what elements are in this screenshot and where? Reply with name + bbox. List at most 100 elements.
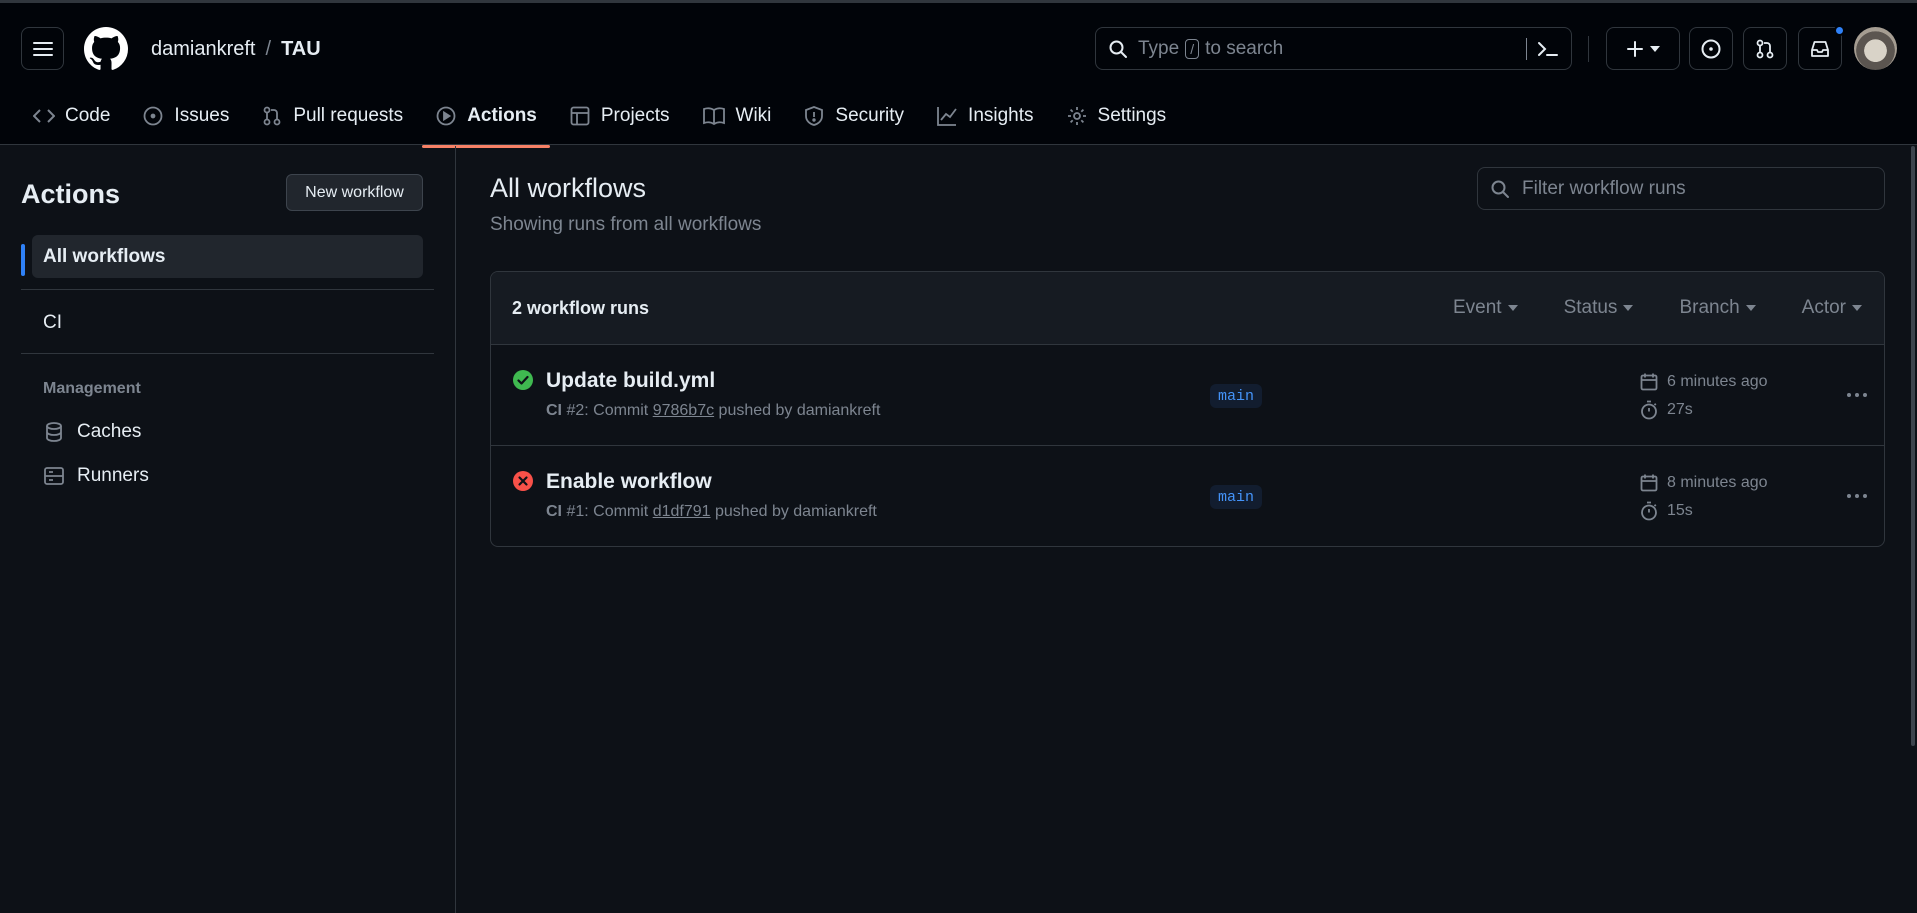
- run-number: #2: [566, 402, 585, 419]
- avatar[interactable]: [1854, 27, 1897, 70]
- filter-label: Status: [1563, 297, 1618, 318]
- sidebar-item-ci[interactable]: CI: [32, 301, 423, 344]
- filter-label: Actor: [1801, 297, 1846, 318]
- command-palette-button[interactable]: [1526, 37, 1559, 60]
- tab-settings[interactable]: Settings: [1053, 93, 1180, 138]
- commit-sha-link[interactable]: d1df791: [653, 503, 711, 520]
- workflow-run-row[interactable]: Enable workflow CI #1: Commit d1df791 pu…: [491, 446, 1884, 546]
- sidebar-item-label: CI: [43, 311, 62, 333]
- shield-icon: [805, 105, 824, 126]
- repo-name-link[interactable]: TAU: [281, 38, 321, 61]
- tab-wiki[interactable]: Wiki: [689, 93, 785, 138]
- run-title[interactable]: Update build.yml: [546, 369, 715, 393]
- search-placeholder: Type / to search: [1138, 38, 1283, 60]
- search-divider: [1526, 37, 1527, 60]
- page-subtitle: Showing runs from all workflows: [490, 214, 762, 235]
- filter-input[interactable]: [1522, 177, 1862, 200]
- check-circle-icon: [513, 370, 533, 390]
- stopwatch-icon: [1641, 501, 1657, 521]
- tab-label: Pull requests: [293, 104, 404, 126]
- run-workflow-name: CI: [546, 503, 562, 520]
- run-commit-prefix: : Commit: [584, 503, 649, 520]
- branch-filter-dropdown[interactable]: Branch: [1679, 297, 1756, 319]
- run-pushed-by: pushed by damiankreft: [718, 402, 881, 419]
- run-options-button[interactable]: [1839, 381, 1875, 409]
- tab-code[interactable]: Code: [20, 93, 123, 138]
- x-circle-icon: [513, 471, 533, 491]
- sidebar-item-label: Caches: [77, 421, 142, 442]
- status-filter-dropdown[interactable]: Status: [1564, 297, 1634, 319]
- scrollbar[interactable]: [1911, 146, 1915, 746]
- runs-filters: Event Status Branch Actor: [1453, 297, 1884, 319]
- top-header: damiankreft / TAU Type / to search Code: [0, 0, 1917, 148]
- new-workflow-button[interactable]: New workflow: [286, 174, 423, 211]
- tab-label: Wiki: [735, 104, 772, 126]
- calendar-icon: [1640, 474, 1658, 492]
- github-logo-icon[interactable]: [84, 27, 128, 71]
- menu-button[interactable]: [21, 27, 64, 70]
- kebab-dot: [1847, 393, 1851, 397]
- create-new-button[interactable]: [1606, 27, 1680, 70]
- terminal-icon: [1538, 41, 1558, 56]
- book-icon: [702, 106, 725, 125]
- tab-label: Insights: [968, 104, 1034, 126]
- issue-opened-icon: [1701, 39, 1721, 58]
- run-meta: CI #2: Commit 9786b7c pushed by damiankr…: [546, 402, 880, 420]
- run-title[interactable]: Enable workflow: [546, 470, 712, 494]
- chevron-down-icon: [1507, 305, 1518, 311]
- server-icon: [44, 467, 64, 485]
- search-icon: [1109, 40, 1127, 58]
- runs-count: 2 workflow runs: [512, 297, 650, 318]
- issues-button[interactable]: [1689, 27, 1733, 70]
- tab-label: Actions: [467, 104, 537, 126]
- filter-workflow-runs[interactable]: [1477, 167, 1885, 210]
- run-options-button[interactable]: [1839, 482, 1875, 510]
- breadcrumb: damiankreft / TAU: [151, 38, 321, 61]
- actor-filter-dropdown[interactable]: Actor: [1802, 297, 1862, 319]
- event-filter-dropdown[interactable]: Event: [1453, 297, 1518, 319]
- graph-icon: [937, 106, 957, 126]
- sidebar-title: Actions: [21, 179, 121, 209]
- branch-label[interactable]: main: [1210, 485, 1263, 509]
- search-placeholder-before: Type: [1138, 37, 1180, 59]
- chevron-down-icon: [1623, 305, 1634, 311]
- sidebar-item-all-workflows[interactable]: All workflows: [32, 235, 423, 278]
- run-time-text: 8 minutes ago: [1667, 474, 1768, 491]
- notification-indicator: [1834, 25, 1845, 36]
- tab-issues[interactable]: Issues: [129, 93, 242, 138]
- tab-insights[interactable]: Insights: [923, 93, 1046, 138]
- tab-security[interactable]: Security: [790, 93, 917, 138]
- sidebar-item-label: Runners: [77, 465, 149, 486]
- commit-sha-link[interactable]: 9786b7c: [653, 402, 714, 419]
- chevron-down-icon: [1745, 305, 1756, 311]
- chevron-down-icon: [1852, 305, 1862, 311]
- pull-requests-button[interactable]: [1743, 27, 1787, 70]
- kebab-dot: [1855, 494, 1859, 498]
- sidebar-item-caches[interactable]: Caches: [43, 421, 141, 443]
- play-icon: [436, 106, 456, 125]
- tab-projects[interactable]: Projects: [556, 93, 683, 138]
- workflow-run-row[interactable]: Update build.yml CI #2: Commit 9786b7c p…: [491, 345, 1884, 446]
- search-placeholder-after: to search: [1205, 37, 1284, 59]
- filter-label: Branch: [1679, 297, 1740, 318]
- issue-opened-icon: [144, 106, 163, 125]
- kebab-dot: [1855, 393, 1859, 397]
- tab-actions[interactable]: Actions: [422, 93, 550, 148]
- search-input[interactable]: Type / to search: [1095, 27, 1572, 70]
- repo-owner-link[interactable]: damiankreft: [151, 38, 256, 61]
- run-duration-text: 15s: [1667, 502, 1693, 519]
- management-section-label: Management: [43, 380, 141, 397]
- run-pushed-by: pushed by damiankreft: [715, 503, 877, 520]
- sidebar-item-runners[interactable]: Runners: [43, 465, 149, 487]
- kebab-dot: [1863, 494, 1867, 498]
- breadcrumb-separator: /: [265, 38, 272, 60]
- gear-icon: [1067, 106, 1086, 125]
- run-time: 8 minutes ago: [1639, 473, 1768, 493]
- run-number: #1: [566, 503, 585, 520]
- git-pull-request-icon: [1756, 39, 1774, 58]
- chevron-down-icon: [1650, 45, 1660, 52]
- branch-label[interactable]: main: [1210, 384, 1263, 408]
- run-duration: 27s: [1639, 400, 1693, 420]
- tab-pull-requests[interactable]: Pull requests: [248, 93, 416, 138]
- kebab-dot: [1863, 393, 1867, 397]
